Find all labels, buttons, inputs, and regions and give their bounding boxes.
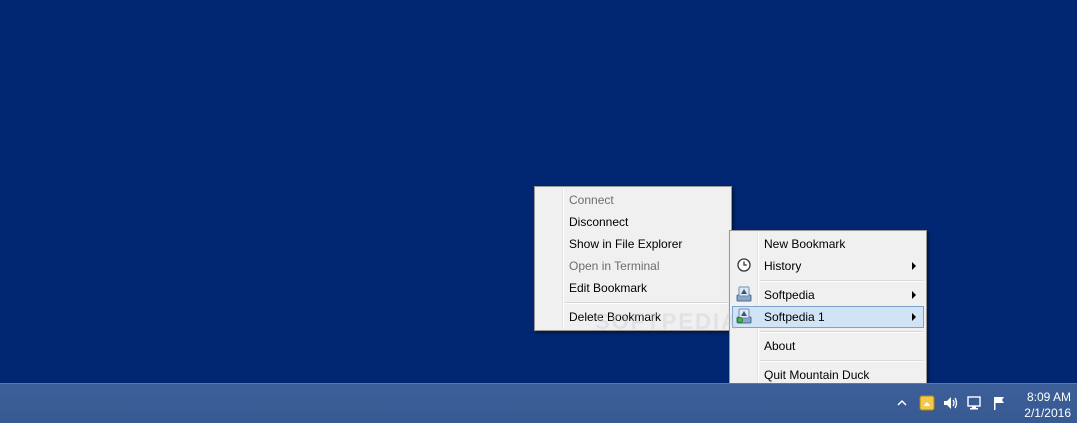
menu-item-label: Softpedia <box>764 288 815 302</box>
show-hidden-icons-icon[interactable] <box>893 394 911 412</box>
submenu-arrow-icon <box>912 291 916 299</box>
menu-separator <box>760 331 923 333</box>
menu-separator <box>760 280 923 282</box>
mountain-duck-icon[interactable] <box>918 394 936 412</box>
menu-item-label: History <box>764 259 802 273</box>
menu-item-label: Open in Terminal <box>569 259 660 273</box>
menu-item-label: Disconnect <box>569 215 629 229</box>
drive-icon <box>736 286 752 302</box>
bookmark-context-menu: Connect Disconnect Show in File Explorer… <box>534 186 732 331</box>
menu-item-bookmark-softpedia[interactable]: Softpedia <box>732 284 924 306</box>
clock-date: 2/1/2016 <box>1024 406 1071 420</box>
menu-item-history[interactable]: History <box>732 255 924 277</box>
menu-item-open-in-terminal[interactable]: Open in Terminal <box>537 255 729 277</box>
menu-item-about[interactable]: About <box>732 335 924 357</box>
menu-separator <box>565 302 728 304</box>
menu-item-label: New Bookmark <box>764 237 846 251</box>
menu-item-bookmark-softpedia-1[interactable]: Softpedia 1 <box>732 306 924 328</box>
menu-item-label: Softpedia 1 <box>764 310 825 324</box>
clock-time: 8:09 AM <box>1026 390 1071 404</box>
menu-separator <box>760 360 923 362</box>
menu-item-connect[interactable]: Connect <box>537 189 729 211</box>
menu-item-label: Show in File Explorer <box>569 237 683 251</box>
drive-connected-icon <box>736 308 752 324</box>
tray-context-menu: New Bookmark History Softpedia Softpedia… <box>729 230 927 389</box>
taskbar-clock[interactable]: 8:09 AM 2/1/2016 <box>1024 389 1071 421</box>
menu-item-disconnect[interactable]: Disconnect <box>537 211 729 233</box>
menu-item-label: Connect <box>569 193 614 207</box>
menu-item-label: Quit Mountain Duck <box>764 368 870 382</box>
submenu-arrow-icon <box>912 262 916 270</box>
menu-item-delete-bookmark[interactable]: Delete Bookmark <box>537 306 729 328</box>
taskbar: 8:09 AM 2/1/2016 <box>0 383 1077 423</box>
submenu-arrow-icon <box>912 313 916 321</box>
menu-item-label: Edit Bookmark <box>569 281 648 295</box>
clock-icon <box>736 257 752 273</box>
menu-item-label: Delete Bookmark <box>569 310 662 324</box>
volume-icon[interactable] <box>942 394 960 412</box>
action-center-flag-icon[interactable] <box>990 394 1008 412</box>
network-icon[interactable] <box>966 394 984 412</box>
menu-item-edit-bookmark[interactable]: Edit Bookmark <box>537 277 729 299</box>
menu-item-new-bookmark[interactable]: New Bookmark <box>732 233 924 255</box>
menu-item-label: About <box>764 339 796 353</box>
menu-item-show-in-file-explorer[interactable]: Show in File Explorer <box>537 233 729 255</box>
